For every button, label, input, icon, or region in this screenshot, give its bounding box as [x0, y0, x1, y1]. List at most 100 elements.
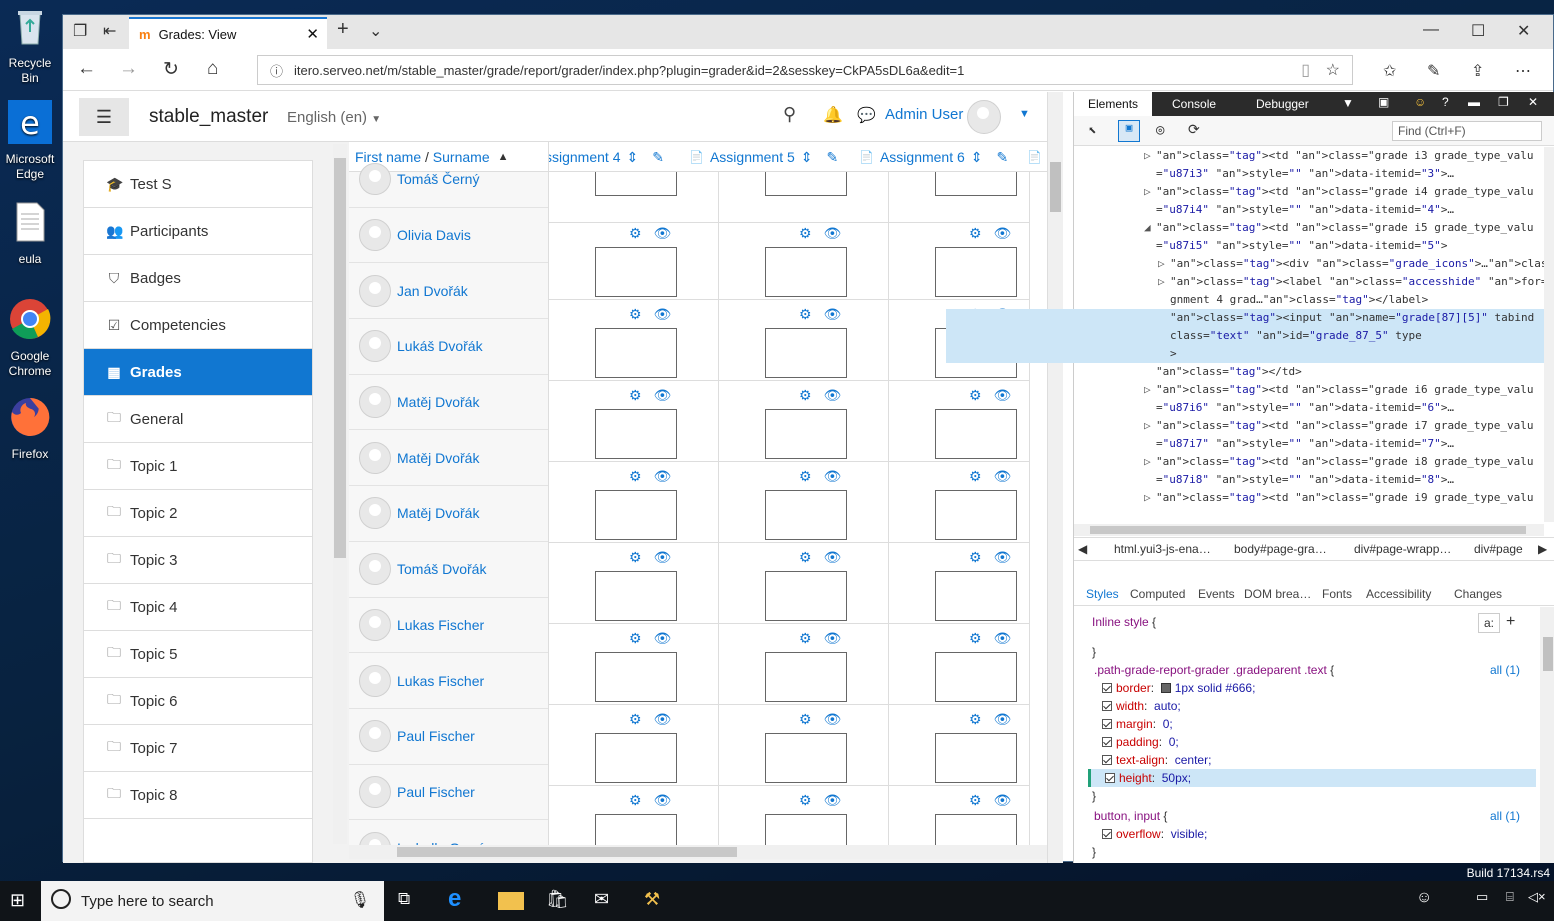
show-eye-icon[interactable]: 👁 [653, 306, 671, 322]
user-menu[interactable]: Admin User [885, 106, 963, 123]
nav-item-grades[interactable]: ▦ Grades [84, 349, 312, 396]
grade-input[interactable] [765, 328, 847, 378]
css-property[interactable]: overflow [1116, 827, 1161, 841]
dom-node-line[interactable]: ="u87i8" "an">style="" "an">data-itemid=… [946, 471, 1544, 489]
style-subtab[interactable]: Styles [1086, 587, 1119, 601]
rule1-header[interactable]: .path-grade-report-grader .gradeparent .… [1074, 661, 1536, 679]
microphone-icon[interactable]: 🎙 [350, 890, 370, 910]
css-property[interactable]: border [1116, 681, 1151, 695]
rule1-source-link[interactable]: all (1) [1490, 661, 1520, 679]
student-name-link[interactable]: Lukáš Dvořák [397, 338, 483, 354]
student-name-link[interactable]: Tomáš Dvořák [397, 561, 486, 577]
dom-node-line[interactable]: ▷ "an">class="tag"><label "an">class="acc… [946, 273, 1544, 291]
show-eye-icon[interactable]: 👁 [823, 792, 841, 808]
settings-gear-icon[interactable]: ⚙ [629, 225, 642, 241]
dom-node-line[interactable]: ▷ "an">class="tag"><td "an">class="grade … [946, 489, 1544, 507]
grade-input[interactable] [595, 652, 677, 702]
dom-node-line[interactable]: "an">class="tag"><input "an">name="grade… [946, 309, 1544, 327]
nav-scrollbar-thumb[interactable] [334, 158, 346, 558]
dom-node-line[interactable]: gnment 4 grad…"an">class="tag"></label> [946, 291, 1544, 309]
student-avatar[interactable] [359, 497, 391, 530]
css-declaration[interactable]: overflow: visible; [1074, 825, 1536, 843]
styles-scrollbar-thumb[interactable] [1543, 637, 1553, 671]
show-eye-icon[interactable]: 👁 [653, 630, 671, 646]
settings-gear-icon[interactable]: ⚙ [629, 468, 642, 484]
store-icon[interactable]: 🛍 [546, 889, 572, 913]
back-icon[interactable]: ← [77, 58, 96, 80]
settings-gear-icon[interactable]: ⚙ [799, 306, 812, 322]
expand-arrow-icon[interactable]: ▷ [1144, 381, 1156, 399]
nav-item-participants[interactable]: 👥 Participants [84, 208, 312, 255]
tab-debugger[interactable]: Debugger [1242, 92, 1323, 116]
tab-dropdown-icon[interactable]: ⌄ [369, 21, 382, 41]
grade-input[interactable] [935, 652, 1017, 702]
student-name-link[interactable]: Matěj Dvořák [397, 394, 479, 410]
language-menu[interactable]: English (en) ▼ [287, 109, 381, 126]
css-value[interactable]: center; [1175, 753, 1212, 767]
desktop-icon-firefox[interactable]: Firefox [0, 395, 60, 462]
user-avatar[interactable] [967, 100, 1001, 134]
nav-item-topic-2[interactable]: 🗀 Topic 2 [84, 490, 312, 537]
dom-horizontal-scrollbar[interactable] [1074, 524, 1544, 536]
show-eye-icon[interactable]: 👁 [823, 306, 841, 322]
dom-node-line[interactable]: > [946, 345, 1544, 363]
dom-breadcrumb-item[interactable]: div#page [1474, 542, 1523, 556]
grade-input[interactable] [935, 571, 1017, 621]
dom-node-line[interactable]: ="u87i4" "an">style="" "an">data-itemid=… [946, 201, 1544, 219]
student-avatar[interactable] [359, 608, 391, 641]
css-declaration[interactable]: margin: 0; [1074, 715, 1536, 733]
file-explorer-icon[interactable] [498, 892, 524, 910]
student-avatar[interactable] [359, 274, 391, 307]
grade-item-link[interactable]: Assignment 5 [710, 149, 795, 165]
settings-gear-icon[interactable]: ⚙ [629, 792, 642, 808]
style-subtab[interactable]: Changes [1454, 587, 1502, 601]
close-tab-icon[interactable]: ✕ [306, 25, 319, 43]
nav-drawer-toggle[interactable]: ☰ [79, 98, 129, 136]
sort-first-name-link[interactable]: First name [355, 149, 421, 165]
dom-node-line[interactable]: ▷ "an">class="tag"><td "an">class="grade … [946, 147, 1544, 165]
css-value[interactable]: visible; [1171, 827, 1208, 841]
student-name-link[interactable]: Paul Fischer [397, 728, 475, 744]
declaration-checkbox[interactable] [1102, 701, 1112, 711]
inline-style-rule[interactable]: Inline style {a: + [1074, 613, 1536, 633]
settings-gear-icon[interactable]: ⚙ [629, 549, 642, 565]
css-declaration[interactable]: border: 1px solid #666; [1074, 679, 1536, 697]
nav-item-topic-1[interactable]: 🗀 Topic 1 [84, 443, 312, 490]
style-subtab[interactable]: Events [1198, 587, 1235, 601]
css-declaration[interactable]: width: auto; [1074, 697, 1536, 715]
css-value[interactable]: 1px solid #666; [1175, 681, 1256, 695]
volume-muted-icon[interactable]: ◁× [1528, 889, 1554, 913]
grade-item-header[interactable]: ssignment 4 ⇕ ✎ [549, 142, 664, 172]
nav-item-test-s[interactable]: 🎓 Test S [84, 161, 312, 208]
show-eye-icon[interactable]: 👁 [823, 549, 841, 565]
nav-item-topic-6[interactable]: 🗀 Topic 6 [84, 678, 312, 725]
sort-toggle-icon[interactable]: ⇕ [801, 149, 813, 166]
rule2-header[interactable]: button, input {all (1) [1074, 807, 1536, 825]
settings-gear-icon[interactable]: ⚙ [969, 792, 982, 808]
show-eye-icon[interactable]: 👁 [993, 711, 1011, 727]
css-value[interactable]: 50px; [1162, 771, 1191, 785]
tab-grades-view[interactable]: m Grades: View ✕ [129, 17, 327, 49]
favorites-icon[interactable]: ✩ [1383, 61, 1396, 81]
grade-input[interactable] [595, 571, 677, 621]
show-eye-icon[interactable]: 👁 [653, 225, 671, 241]
tab-console[interactable]: Console [1158, 92, 1230, 116]
css-value[interactable]: 0; [1163, 717, 1173, 731]
undock-icon[interactable]: ❐ [1498, 95, 1509, 109]
student-avatar[interactable] [359, 720, 391, 753]
desktop-icon-chrome[interactable]: Google Chrome [0, 297, 60, 379]
taskbar-edge-icon[interactable]: e [448, 885, 474, 912]
expand-arrow-icon[interactable]: ▷ [1144, 453, 1156, 471]
battery-icon[interactable]: ▭ [1476, 889, 1502, 913]
dock-icon[interactable]: ▬ [1468, 95, 1480, 109]
settings-gear-icon[interactable]: ⚙ [969, 630, 982, 646]
nav-item-topic-4[interactable]: 🗀 Topic 4 [84, 584, 312, 631]
style-subtab[interactable]: Fonts [1322, 587, 1352, 601]
settings-gear-icon[interactable]: ⚙ [799, 792, 812, 808]
close-window-icon[interactable]: ✕ [1517, 21, 1530, 41]
tools-icon[interactable]: ⚒ [644, 889, 670, 913]
student-avatar[interactable] [359, 553, 391, 586]
emulation-icon[interactable]: ▣ [1378, 95, 1389, 109]
styles-scrollbar[interactable] [1540, 607, 1554, 863]
css-value[interactable]: auto; [1154, 699, 1181, 713]
